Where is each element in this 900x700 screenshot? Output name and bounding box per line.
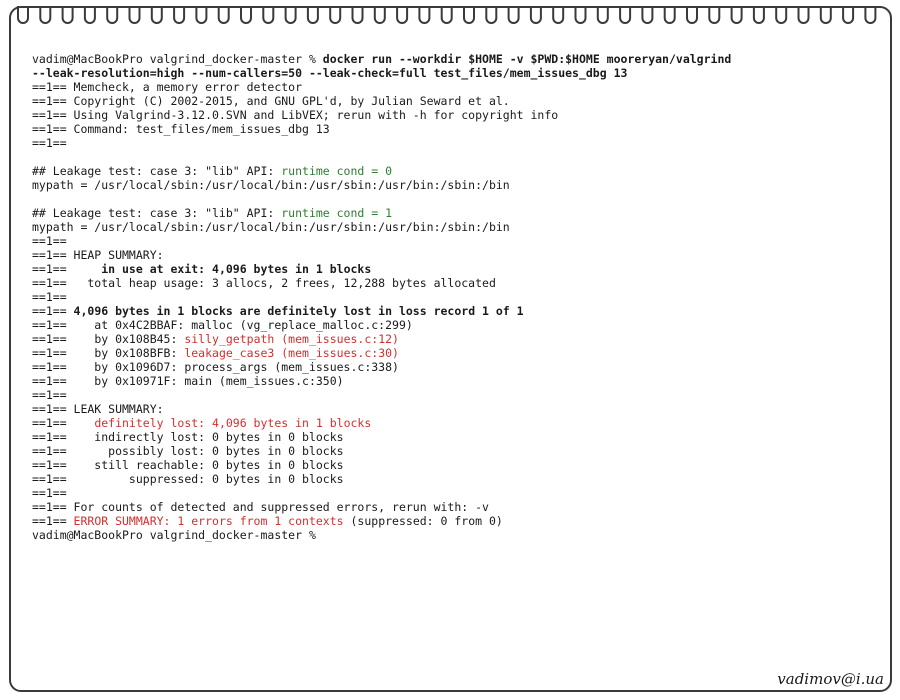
spiral-ring bbox=[418, 6, 431, 24]
total-heap-line: ==1== total heap usage: 3 allocs, 2 free… bbox=[32, 276, 496, 290]
spiral-binding bbox=[17, 6, 877, 24]
stack-frame: ==1== at 0x4C2BBAF: malloc (vg_replace_m… bbox=[32, 318, 413, 332]
header-line: ==1== Using Valgrind-3.12.0.SVN and LibV… bbox=[32, 108, 559, 122]
counts-line: ==1== For counts of detected and suppres… bbox=[32, 500, 489, 514]
header-line: ==1== Command: test_files/mem_issues_dbg… bbox=[32, 122, 330, 136]
spiral-ring bbox=[842, 6, 855, 24]
header-line: ==1== bbox=[32, 136, 67, 150]
suppressed-line: ==1== suppressed: 0 bytes in 0 blocks bbox=[32, 472, 344, 486]
spiral-ring bbox=[373, 6, 386, 24]
spiral-ring bbox=[619, 6, 632, 24]
spiral-ring bbox=[775, 6, 788, 24]
command-line-1: vadim@MacBookPro valgrind_docker-master … bbox=[32, 52, 732, 66]
spiral-ring bbox=[686, 6, 698, 24]
mypath-line: mypath = /usr/local/sbin:/usr/local/bin:… bbox=[32, 178, 510, 192]
spiral-ring bbox=[262, 6, 275, 24]
spiral-ring bbox=[284, 6, 297, 24]
spiral-ring bbox=[351, 6, 364, 24]
spiral-ring bbox=[574, 6, 587, 24]
spiral-ring bbox=[752, 6, 765, 24]
spiral-ring bbox=[83, 6, 96, 24]
spiral-ring bbox=[128, 6, 141, 24]
spiral-ring bbox=[173, 6, 186, 24]
spiral-ring bbox=[663, 6, 676, 24]
spiral-ring bbox=[730, 6, 743, 24]
spiral-ring bbox=[195, 6, 208, 24]
spiral-ring bbox=[819, 6, 832, 24]
sep-line: ==1== bbox=[32, 290, 67, 304]
header-line: ==1== Memcheck, a memory error detector bbox=[32, 80, 303, 94]
terminal-output: vadim@MacBookPro valgrind_docker-master … bbox=[32, 52, 882, 542]
stack-frame: ==1== by 0x108BFB: leakage_case3 (mem_is… bbox=[32, 346, 399, 360]
stack-frame: ==1== by 0x1096D7: process_args (mem_iss… bbox=[32, 360, 399, 374]
leak-summary-heading: ==1== LEAK SUMMARY: bbox=[32, 402, 164, 416]
spiral-ring bbox=[641, 6, 654, 24]
sep-line: ==1== bbox=[32, 486, 67, 500]
spiral-ring bbox=[596, 6, 609, 24]
heap-summary-heading: ==1== HEAP SUMMARY: bbox=[32, 248, 164, 262]
sep-line: ==1== bbox=[32, 234, 67, 248]
spiral-ring bbox=[150, 6, 163, 24]
definitely-lost-line: ==1== definitely lost: 4,096 bytes in 1 … bbox=[32, 416, 372, 430]
final-prompt: vadim@MacBookPro valgrind_docker-master … bbox=[32, 528, 316, 542]
leakage-test-case-1: ## Leakage test: case 3: "lib" API: runt… bbox=[32, 206, 393, 220]
spiral-ring bbox=[708, 6, 721, 24]
spiral-ring bbox=[864, 6, 877, 24]
spiral-ring bbox=[552, 6, 565, 24]
error-summary-line: ==1== ERROR SUMMARY: 1 errors from 1 con… bbox=[32, 514, 503, 528]
command-line-2: --leak-resolution=high --num-callers=50 … bbox=[32, 66, 628, 80]
in-use-line: ==1== in use at exit: 4,096 bytes in 1 b… bbox=[32, 262, 372, 276]
indirectly-lost-line: ==1== indirectly lost: 0 bytes in 0 bloc… bbox=[32, 430, 344, 444]
leakage-test-case-0: ## Leakage test: case 3: "lib" API: runt… bbox=[32, 164, 393, 178]
spiral-ring bbox=[396, 6, 409, 24]
possibly-lost-line: ==1== possibly lost: 0 bytes in 0 blocks bbox=[32, 444, 344, 458]
sep-line: ==1== bbox=[32, 388, 67, 402]
spiral-ring bbox=[306, 6, 319, 24]
lost-record-line: ==1== 4,096 bytes in 1 blocks are defini… bbox=[32, 304, 524, 318]
header-line: ==1== Copyright (C) 2002-2015, and GNU G… bbox=[32, 94, 510, 108]
still-reachable-line: ==1== still reachable: 0 bytes in 0 bloc… bbox=[32, 458, 344, 472]
spiral-ring bbox=[463, 6, 475, 24]
spiral-ring bbox=[217, 6, 230, 24]
spiral-ring bbox=[329, 6, 342, 24]
spiral-ring bbox=[240, 6, 252, 24]
spiral-ring bbox=[106, 6, 119, 24]
spiral-ring bbox=[507, 6, 520, 24]
stack-frame: ==1== by 0x108B45: silly_getpath (mem_is… bbox=[32, 332, 399, 346]
spiral-ring bbox=[61, 6, 74, 24]
mypath-line: mypath = /usr/local/sbin:/usr/local/bin:… bbox=[32, 220, 510, 234]
stack-frame: ==1== by 0x10971F: main (mem_issues.c:35… bbox=[32, 374, 344, 388]
spiral-ring bbox=[529, 6, 542, 24]
spiral-ring bbox=[440, 6, 453, 24]
spiral-ring bbox=[39, 6, 52, 24]
spiral-ring bbox=[797, 6, 810, 24]
spiral-ring bbox=[485, 6, 498, 24]
author-signature: vadimov@i.ua bbox=[777, 670, 884, 688]
spiral-ring bbox=[17, 6, 29, 24]
